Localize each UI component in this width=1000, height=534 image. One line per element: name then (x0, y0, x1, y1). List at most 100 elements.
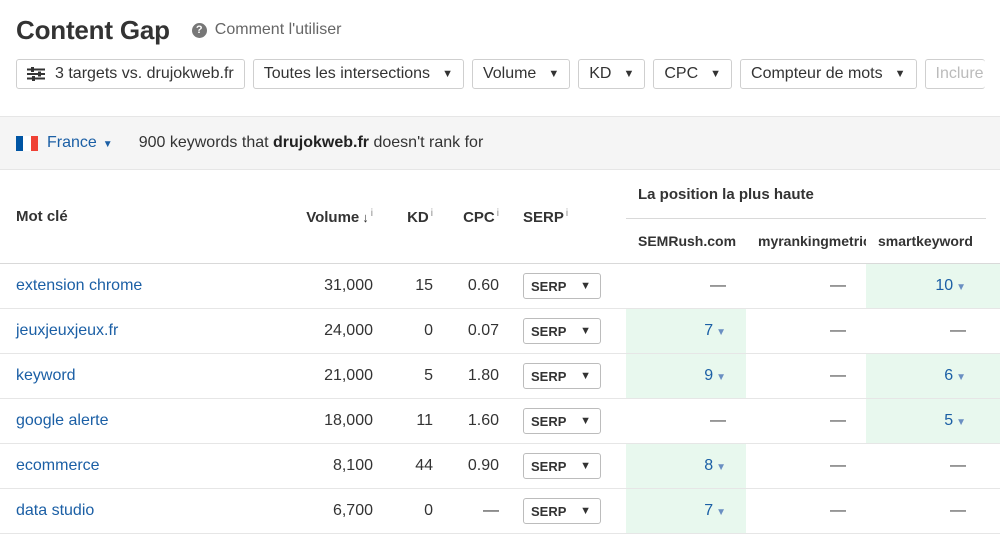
serp-button[interactable]: SERP ▼ (523, 363, 601, 389)
position-link[interactable]: 7 ▼ (704, 502, 726, 519)
france-flag-icon (16, 135, 38, 151)
cpc-cell: 0.60 (433, 263, 499, 309)
position-link[interactable]: 10 ▼ (935, 277, 966, 294)
position-empty: — (830, 457, 846, 474)
header-keyword[interactable]: Mot clé (0, 170, 260, 264)
position-value: 9 (704, 367, 714, 384)
targets-button[interactable]: 3 targets vs. drujokweb.fr (16, 59, 245, 89)
caret-down-icon: ▼ (956, 417, 967, 428)
header-competitor-1[interactable]: SEMRush.com (626, 218, 746, 264)
header-competitor-3[interactable]: smartkeyword (866, 218, 987, 264)
keyword-link[interactable]: keyword (16, 367, 76, 384)
keyword-link[interactable]: ecommerce (16, 457, 100, 474)
cpc-cell: 1.60 (433, 398, 499, 444)
row-spacer (986, 263, 1000, 309)
keyword-link[interactable]: extension chrome (16, 277, 142, 294)
position-value: 5 (944, 412, 954, 429)
country-label: France (47, 134, 97, 151)
header-kd[interactable]: KD i (373, 170, 433, 264)
position-cell: — (626, 263, 746, 309)
include-placeholder: Inclure (935, 65, 984, 82)
keyword-cell: google alerte (0, 398, 260, 444)
kd-filter-dropdown[interactable]: KD ▼ (578, 59, 646, 89)
caret-down-icon: ▼ (716, 372, 726, 383)
position-cell: 5 ▼ (866, 398, 987, 444)
keyword-cell: data studio (0, 488, 260, 534)
caret-down-icon: ▼ (716, 507, 726, 518)
position-link[interactable]: 9 ▼ (704, 367, 726, 384)
sliders-icon (27, 67, 45, 81)
include-input[interactable]: Inclure (924, 59, 985, 89)
keyword-cell: jeuxjeuxjeux.fr (0, 308, 260, 354)
keyword-link[interactable]: jeuxjeuxjeux.fr (16, 322, 118, 339)
keyword-link[interactable]: google alerte (16, 412, 109, 429)
table-row: keyword 21,000 5 1.80 SERP ▼ 9 ▼ —6 ▼ (0, 353, 1000, 399)
position-cell: — (866, 488, 987, 534)
keyword-cell: extension chrome (0, 263, 260, 309)
serp-button[interactable]: SERP ▼ (523, 318, 601, 344)
position-link[interactable]: 8 ▼ (704, 457, 726, 474)
table-row: ecommerce 8,100 44 0.90 SERP ▼ 8 ▼ — — (0, 443, 1000, 489)
serp-button[interactable]: SERP ▼ (523, 408, 601, 434)
position-empty: — (710, 412, 726, 429)
header-cpc[interactable]: CPC i (433, 170, 499, 264)
position-cell: — (746, 488, 866, 534)
serp-cell: SERP ▼ (499, 488, 626, 534)
caret-down-icon: ▼ (894, 68, 906, 80)
caret-down-icon: ▼ (716, 327, 726, 338)
header-competitor-2[interactable]: myrankingmetric (746, 218, 866, 264)
serp-button[interactable]: SERP ▼ (523, 273, 601, 299)
help-link[interactable]: ? Comment l'utiliser (191, 21, 341, 39)
volume-filter-label: Volume (482, 65, 537, 82)
serp-button-label: SERP (531, 503, 567, 519)
position-value: 6 (944, 367, 954, 384)
position-cell: — (626, 398, 746, 444)
cpc-cell: 0.90 (433, 443, 499, 489)
keyword-cell: ecommerce (0, 443, 260, 489)
kd-cell: 44 (373, 443, 433, 489)
row-spacer (986, 353, 1000, 399)
position-link[interactable]: 7 ▼ (704, 322, 726, 339)
kd-cell: 11 (373, 398, 433, 444)
caret-down-icon: ▼ (580, 370, 591, 382)
caret-down-icon: ▼ (442, 68, 453, 80)
serp-button-label: SERP (531, 278, 567, 294)
page-title: Content Gap (16, 14, 170, 45)
summary-suffix: doesn't rank for (373, 134, 484, 151)
word-count-label: Compteur de mots (751, 65, 883, 82)
caret-down-icon: ▼ (580, 415, 591, 427)
competitor-2-label: myrankingmetric (758, 233, 866, 249)
position-empty: — (830, 367, 846, 384)
header-cpc-label: CPC (463, 208, 495, 226)
serp-button[interactable]: SERP ▼ (523, 453, 601, 479)
volume-filter-dropdown[interactable]: Volume ▼ (471, 59, 571, 89)
country-selector[interactable]: France ▼ (47, 134, 113, 152)
serp-button[interactable]: SERP ▼ (523, 498, 601, 524)
position-cell: — (746, 263, 866, 309)
word-count-dropdown[interactable]: Compteur de mots ▼ (740, 59, 917, 89)
position-empty: — (830, 412, 846, 429)
serp-cell: SERP ▼ (499, 353, 626, 399)
header-volume[interactable]: Volume ↓ i (260, 170, 373, 264)
kd-cell: 0 (373, 308, 433, 354)
serp-cell: SERP ▼ (499, 263, 626, 309)
serp-button-label: SERP (531, 368, 567, 384)
kd-cell: 0 (373, 488, 433, 534)
intersections-dropdown[interactable]: Toutes les intersections ▼ (252, 59, 464, 89)
position-empty: — (950, 457, 967, 474)
keyword-link[interactable]: data studio (16, 502, 94, 519)
position-cell: 10 ▼ (866, 263, 987, 309)
row-spacer (986, 488, 1000, 534)
row-spacer (986, 398, 1000, 444)
table-row: google alerte 18,000 11 1.60 SERP ▼ — —5 ▼ (0, 398, 1000, 444)
position-link[interactable]: 5 ▼ (944, 412, 966, 429)
cpc-cell: 1.80 (433, 353, 499, 399)
keywords-table: Mot clé Volume ↓ i KD i CPC i SERP i La posit… (0, 170, 1000, 534)
summary-prefix: 900 keywords that (138, 134, 269, 151)
cpc-cell: — (433, 488, 499, 534)
cpc-filter-dropdown[interactable]: CPC ▼ (653, 59, 733, 89)
header-kd-label: KD (407, 208, 429, 226)
cpc-cell: 0.07 (433, 308, 499, 354)
position-cell: 8 ▼ (626, 443, 746, 489)
position-link[interactable]: 6 ▼ (944, 367, 966, 384)
